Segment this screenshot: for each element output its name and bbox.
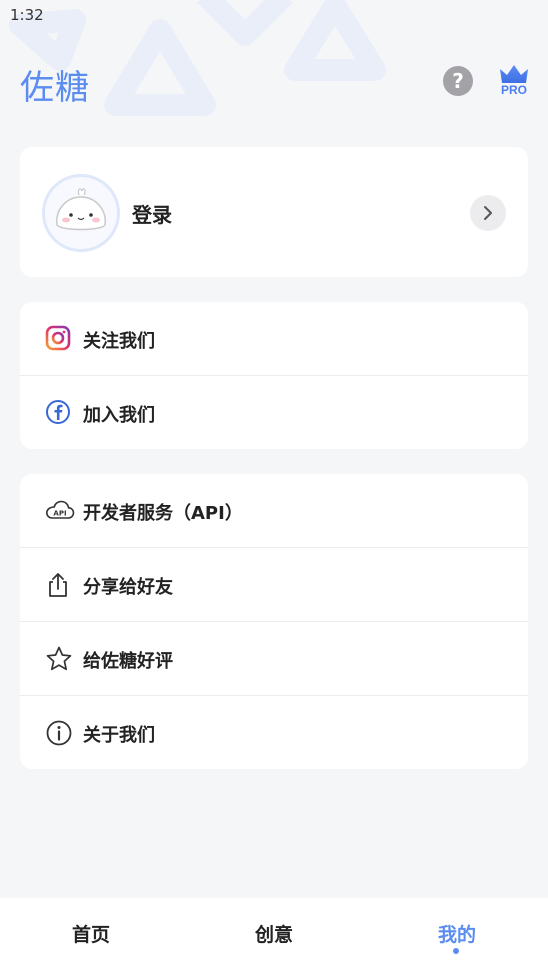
svg-text:API: API bbox=[53, 510, 66, 518]
instagram-icon bbox=[45, 325, 73, 353]
help-glyph: ? bbox=[452, 69, 464, 93]
bun-mascot-icon bbox=[56, 188, 106, 231]
list-item-label: 开发者服务（API） bbox=[83, 503, 243, 524]
list-item-share[interactable]: 分享给好友 bbox=[20, 548, 528, 622]
app-title: 佐糖 bbox=[20, 68, 90, 108]
tools-card: API 开发者服务（API） 分享给好友 给佐糖好评 关于我们 bbox=[20, 474, 528, 769]
share-icon bbox=[45, 571, 73, 599]
status-bar-time: 1:32 bbox=[10, 6, 44, 24]
list-item-rate[interactable]: 给佐糖好评 bbox=[20, 622, 528, 696]
list-item-label: 关于我们 bbox=[83, 725, 155, 746]
list-item-follow-us[interactable]: 关注我们 bbox=[20, 302, 528, 376]
bottom-nav: 首页 创意 我的 bbox=[0, 898, 548, 974]
login-card[interactable]: 登录 bbox=[20, 147, 528, 277]
star-icon bbox=[45, 645, 73, 673]
tab-home[interactable]: 首页 bbox=[31, 920, 151, 947]
list-item-label: 关注我们 bbox=[83, 331, 155, 352]
facebook-icon bbox=[45, 399, 73, 427]
list-item-about[interactable]: 关于我们 bbox=[20, 696, 528, 770]
cloud-api-icon: API bbox=[45, 497, 75, 525]
question-circle-icon[interactable]: ? bbox=[443, 66, 473, 96]
pro-label: PRO bbox=[500, 83, 527, 97]
list-item-join-us[interactable]: 加入我们 bbox=[20, 376, 528, 450]
list-item-label: 分享给好友 bbox=[83, 577, 173, 598]
chevron-right-icon bbox=[484, 206, 492, 220]
tab-creative[interactable]: 创意 bbox=[214, 920, 334, 947]
list-item-developer-api[interactable]: API 开发者服务（API） bbox=[20, 474, 528, 548]
login-label: 登录 bbox=[132, 203, 172, 227]
list-item-label: 加入我们 bbox=[83, 405, 155, 426]
active-tab-indicator bbox=[453, 948, 459, 954]
login-chevron-button[interactable] bbox=[470, 195, 506, 231]
list-item-label: 给佐糖好评 bbox=[83, 651, 173, 672]
avatar[interactable] bbox=[42, 174, 120, 252]
info-icon bbox=[45, 719, 73, 747]
tab-mine[interactable]: 我的 bbox=[397, 920, 517, 947]
pro-button[interactable]: PRO bbox=[497, 63, 531, 99]
social-card: 关注我们 加入我们 bbox=[20, 302, 528, 449]
crown-icon bbox=[500, 65, 528, 83]
